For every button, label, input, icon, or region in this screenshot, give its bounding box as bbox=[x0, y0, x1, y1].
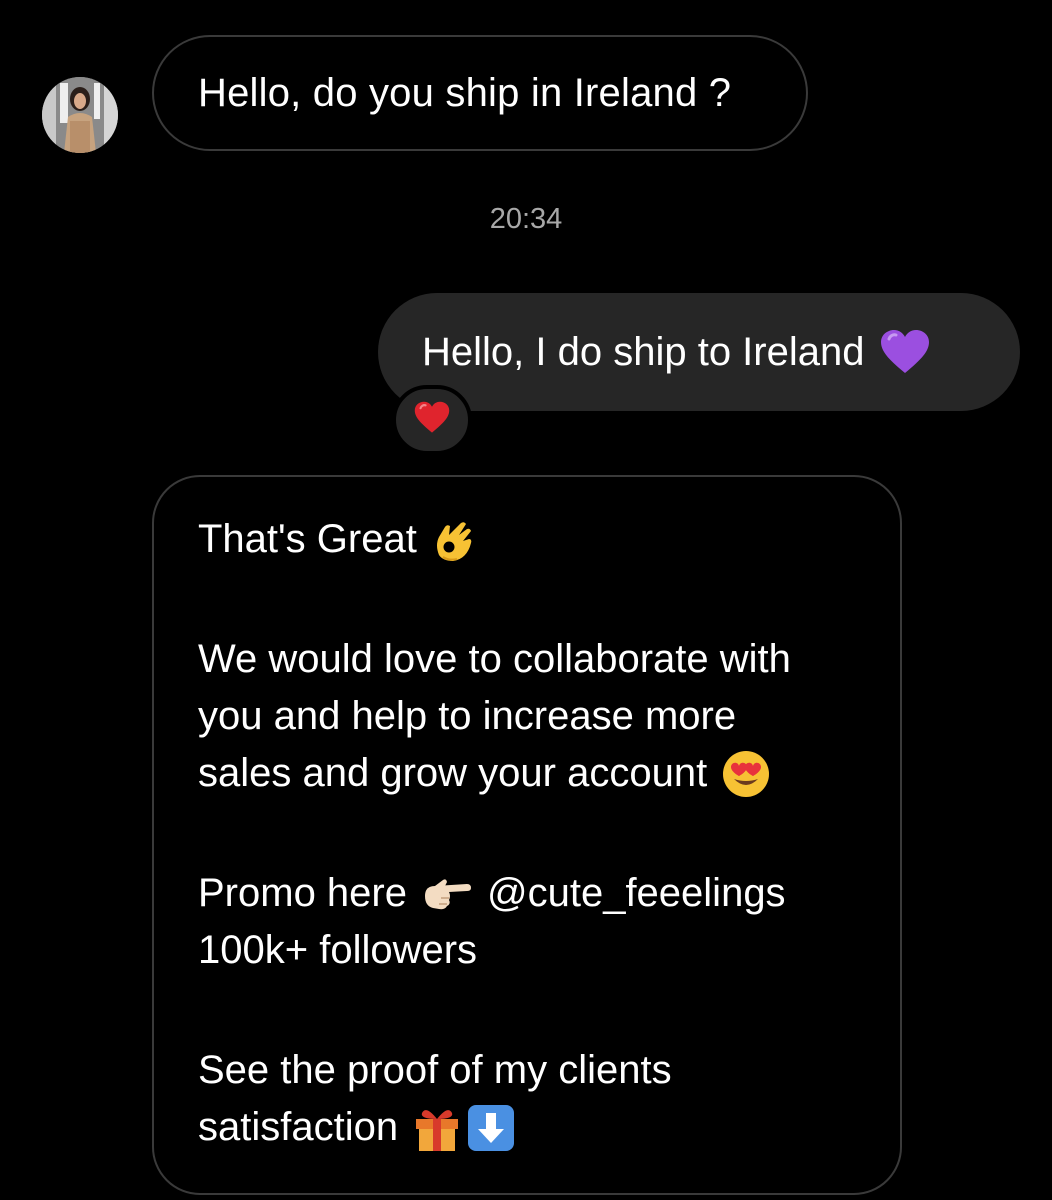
message-line: We would love to collaborate with bbox=[198, 637, 791, 681]
message-line: you and help to increase more bbox=[198, 694, 737, 738]
red-heart-icon bbox=[414, 401, 450, 439]
pointing-right-icon bbox=[421, 874, 473, 914]
purple-heart-icon bbox=[880, 329, 930, 375]
ok-hand-icon bbox=[431, 515, 475, 565]
message-line: sales and grow your account bbox=[198, 745, 856, 802]
message-text: Hello, do you ship in Ireland ? bbox=[198, 70, 732, 115]
incoming-message-bubble[interactable]: Hello, do you ship in Ireland ? bbox=[152, 35, 808, 151]
message-text: Hello, I do ship to Ireland bbox=[422, 329, 865, 374]
heart-eyes-icon bbox=[721, 749, 771, 799]
message-line: Promo here @cute_feeelings bbox=[198, 865, 856, 922]
sender-avatar[interactable] bbox=[42, 77, 118, 153]
mention-link[interactable]: @cute_feeelings bbox=[487, 865, 786, 922]
message-line: satisfaction bbox=[198, 1099, 856, 1156]
down-arrow-icon bbox=[466, 1103, 516, 1153]
incoming-message-bubble[interactable]: That's Great We would love to collaborat… bbox=[152, 475, 902, 1195]
message-line: See the proof of my clients bbox=[198, 1048, 672, 1092]
gift-icon bbox=[412, 1103, 462, 1153]
message-timestamp: 20:34 bbox=[489, 203, 563, 235]
message-reaction[interactable] bbox=[392, 385, 472, 455]
message-line: That's Great bbox=[198, 511, 856, 568]
message-line: 100k+ followers bbox=[198, 928, 478, 972]
outgoing-message-bubble[interactable]: Hello, I do ship to Ireland bbox=[378, 293, 1020, 411]
